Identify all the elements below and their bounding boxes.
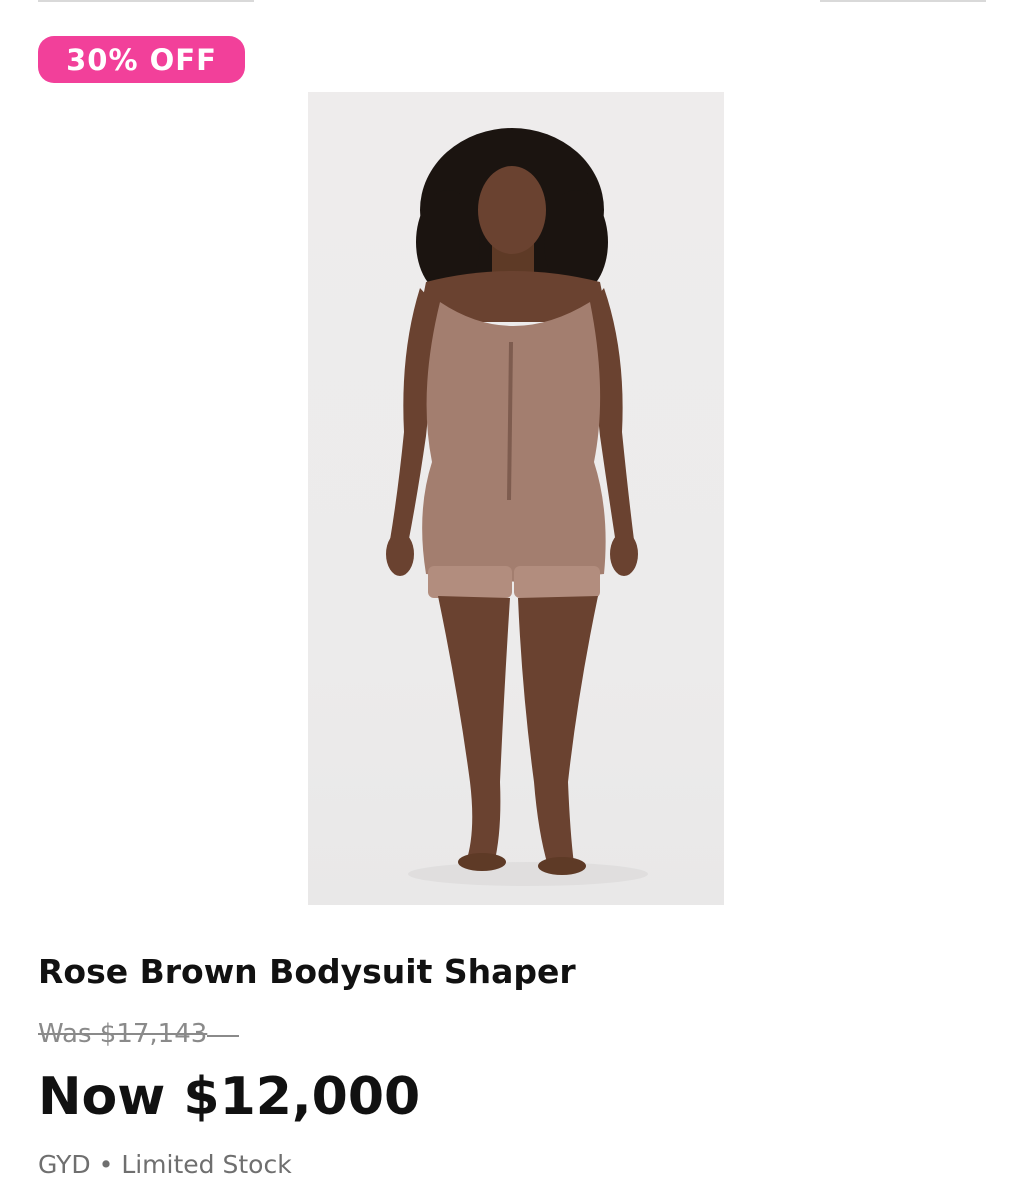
product-image[interactable] (308, 92, 724, 905)
top-divider-left (38, 0, 254, 2)
stock-status: Limited Stock (121, 1150, 292, 1179)
sale-price: Now $12,000 (38, 1067, 421, 1127)
currency-label: GYD (38, 1150, 91, 1179)
product-title: Rose Brown Bodysuit Shaper (38, 952, 576, 991)
price-meta: GYD • Limited Stock (38, 1148, 292, 1180)
original-price: Was $17,143 (38, 1016, 240, 1052)
discount-badge: 30% OFF (38, 36, 245, 83)
top-divider-right (820, 0, 986, 2)
product-photo-illustration (386, 128, 648, 886)
meta-separator: • (98, 1150, 114, 1179)
